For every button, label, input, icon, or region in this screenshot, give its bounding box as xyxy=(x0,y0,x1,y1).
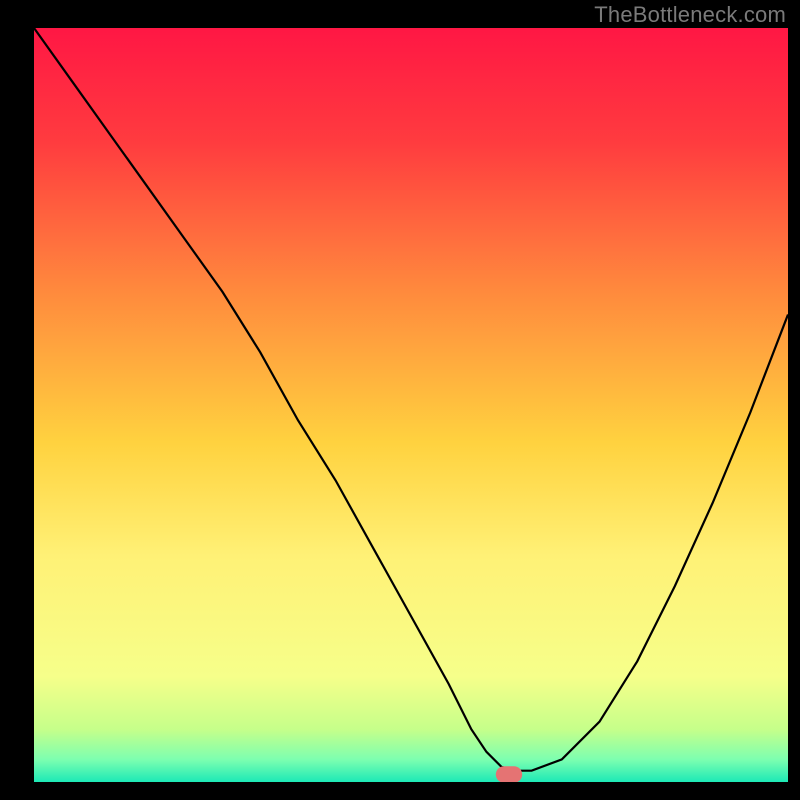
chart-container: TheBottleneck.com xyxy=(0,0,800,800)
sweet-spot-marker xyxy=(496,766,522,782)
chart-svg xyxy=(34,28,788,782)
plot-area xyxy=(34,28,788,782)
watermark-text: TheBottleneck.com xyxy=(594,2,786,28)
gradient-background xyxy=(34,28,788,782)
